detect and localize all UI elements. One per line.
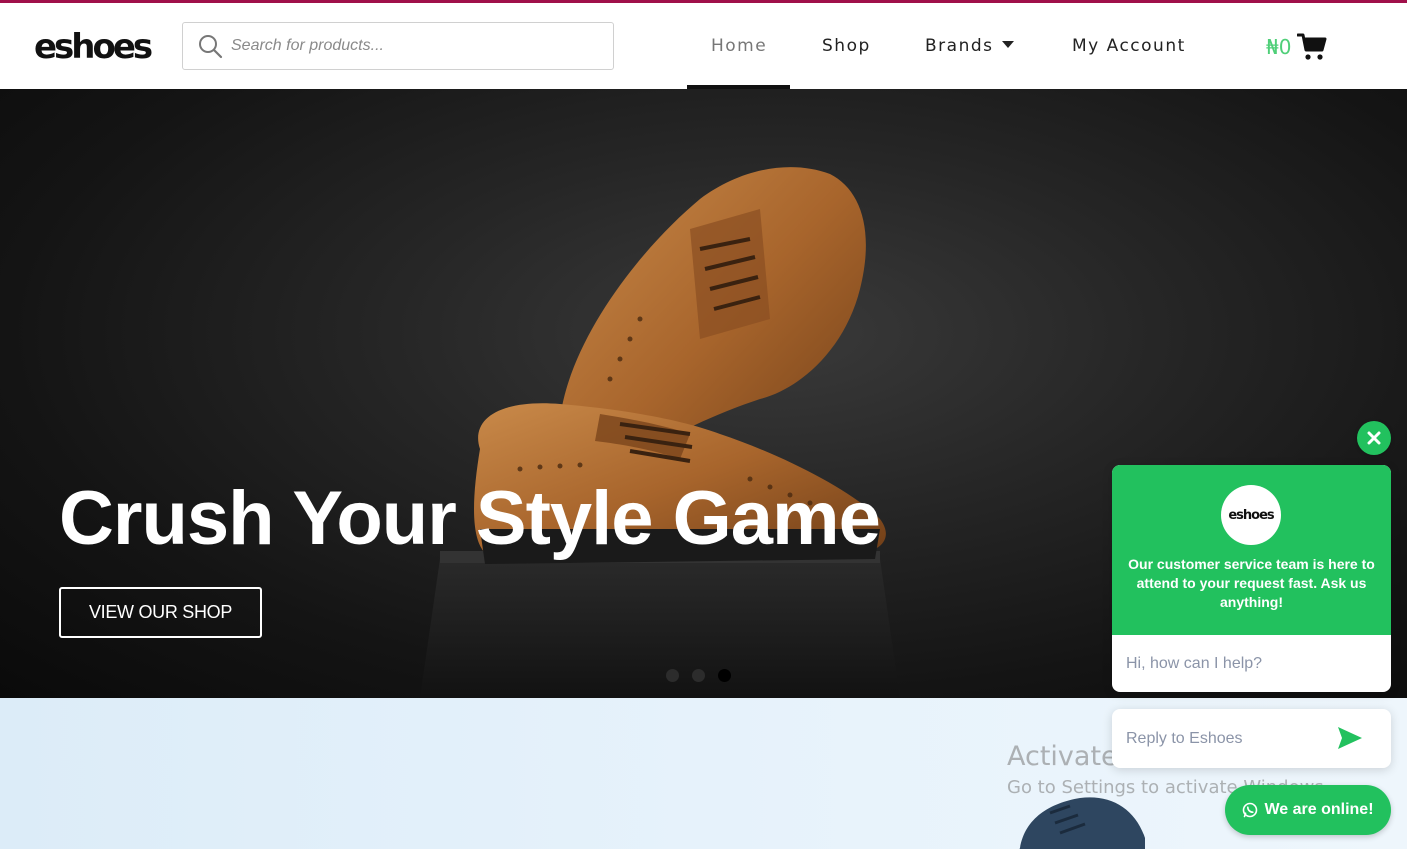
view-shop-button[interactable]: VIEW OUR SHOP xyxy=(59,587,262,638)
nav-home[interactable]: Home xyxy=(711,36,767,56)
send-icon[interactable] xyxy=(1336,725,1364,751)
chevron-down-icon xyxy=(1001,40,1014,48)
whatsapp-icon xyxy=(1243,802,1258,818)
page: eshoes Home Shop Brands My Account ₦0 xyxy=(0,0,1407,849)
cart-button[interactable]: ₦0 xyxy=(1266,31,1327,63)
chat-close-button[interactable] xyxy=(1357,421,1391,455)
cart-amount: ₦0 xyxy=(1266,35,1292,59)
slider-dot-2[interactable] xyxy=(692,669,705,682)
chat-header: eshoes Our customer service team is here… xyxy=(1112,465,1391,635)
chat-greeting-message: Hi, how can I help? xyxy=(1126,655,1263,672)
hero-title: Crush Your Style Game xyxy=(59,476,881,561)
chat-reply-box[interactable] xyxy=(1112,709,1391,768)
search-icon[interactable] xyxy=(197,33,223,59)
chat-avatar: eshoes xyxy=(1221,485,1281,545)
slider-dots xyxy=(666,669,731,682)
nav-brands-label: Brands xyxy=(925,36,994,56)
search-box[interactable] xyxy=(182,22,614,70)
whatsapp-online-button[interactable]: We are online! xyxy=(1225,785,1391,835)
cart-icon xyxy=(1297,33,1327,60)
search-input[interactable] xyxy=(231,23,601,69)
chat-reply-input[interactable] xyxy=(1126,724,1326,754)
slider-dot-3[interactable] xyxy=(718,669,731,682)
site-logo[interactable]: eshoes xyxy=(34,27,153,67)
nav-shop[interactable]: Shop xyxy=(822,36,871,56)
slider-dot-1[interactable] xyxy=(666,669,679,682)
online-label: We are online! xyxy=(1264,801,1374,818)
nav-my-account[interactable]: My Account xyxy=(1072,36,1186,56)
site-header: eshoes Home Shop Brands My Account ₦0 xyxy=(0,3,1407,89)
chat-intro-text: Our customer service team is here to att… xyxy=(1128,556,1375,610)
close-icon xyxy=(1367,431,1381,445)
chat-panel: eshoes Our customer service team is here… xyxy=(1112,465,1391,692)
nav-brands[interactable]: Brands xyxy=(925,36,1014,56)
